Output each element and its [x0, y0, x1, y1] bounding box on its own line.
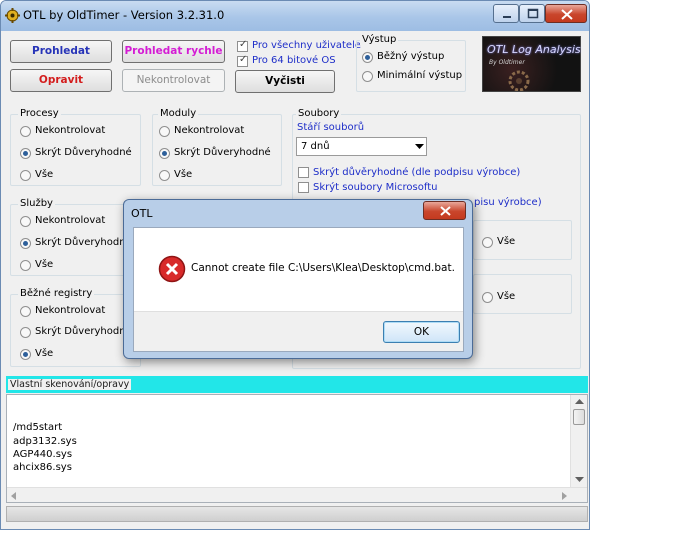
logo-subtitle: By Oldtimer	[489, 59, 525, 66]
modules-all-radio[interactable]	[159, 170, 170, 181]
minimal-output-radio[interactable]	[362, 71, 373, 82]
scroll-thumb[interactable]	[573, 409, 585, 425]
close-icon	[440, 206, 451, 216]
scroll-down-arrow-icon[interactable]	[575, 477, 584, 483]
services-all-label: Vše	[35, 259, 54, 270]
error-dialog: OTL Cannot create file C:\Users\Klea\Des…	[123, 199, 473, 359]
dialog-footer: OK	[134, 311, 463, 351]
vertical-scrollbar[interactable]	[570, 395, 587, 487]
bottom-progress-bar	[6, 506, 588, 522]
modules-hide-trusted-label: Skrýt Důveryhodné	[174, 147, 271, 158]
dialog-close-button[interactable]	[423, 201, 466, 220]
files-group-title: Soubory	[296, 108, 342, 119]
hide-microsoft-files-label: Skrýt soubory Microsoftu	[313, 182, 438, 193]
registry-all-label: Vše	[35, 348, 54, 359]
processes-all-label: Vše	[35, 169, 54, 180]
registry-hide-trusted-radio[interactable]	[20, 327, 31, 338]
error-icon	[158, 255, 186, 283]
services-hide-trusted-label: Skrýt Důveryhodné	[35, 237, 132, 248]
minimize-icon	[503, 16, 511, 18]
dialog-content: Cannot create file C:\Users\Klea\Desktop…	[133, 227, 464, 352]
minimize-button[interactable]	[493, 4, 519, 23]
all-users-checkbox[interactable]	[237, 39, 248, 52]
otl-logo: OTL Log Analysis By Oldtimer	[482, 36, 581, 92]
no-check-button[interactable]: Nekontrolovat	[122, 69, 225, 92]
processes-hide-trusted-label: Skrýt Důveryhodné	[35, 147, 132, 158]
processes-hide-trusted-radio[interactable]	[20, 148, 31, 159]
custom-scan-header: Vlastní skenování/opravy	[6, 376, 588, 393]
modules-group-title: Moduly	[158, 108, 199, 119]
title-bar[interactable]: OTL by OldTimer - Version 3.2.31.0	[1, 1, 589, 31]
registry-hide-trusted-label: Skrýt Důveryhodné	[35, 326, 132, 337]
ok-button[interactable]: OK	[383, 321, 460, 343]
scroll-left-arrow-icon[interactable]	[11, 492, 17, 500]
hide-microsoft-files-checkbox[interactable]	[298, 182, 309, 193]
registry-all-radio[interactable]	[20, 349, 31, 360]
horizontal-scrollbar[interactable]	[7, 487, 587, 502]
log-line: ahcix86.sys	[13, 462, 72, 473]
minimal-output-label: Minimální výstup	[377, 70, 463, 81]
custom-scan-textarea[interactable]: /md5start adp3132.sys AGP440.sys ahcix86…	[6, 394, 588, 503]
right-group-2-all-radio[interactable]	[482, 292, 493, 303]
maximize-button[interactable]	[519, 4, 545, 23]
modules-no-check-label: Nekontrolovat	[174, 125, 245, 136]
hide-trusted-files-checkbox[interactable]	[298, 167, 309, 178]
services-no-check-radio[interactable]	[20, 216, 31, 227]
log-line: /md5start	[13, 422, 63, 433]
modules-hide-trusted-radio[interactable]	[159, 148, 170, 159]
registry-no-check-label: Nekontrolovat	[35, 305, 106, 316]
otl-app-icon	[5, 8, 20, 23]
quick-scan-button[interactable]: Prohledat rychle	[122, 40, 225, 63]
close-icon	[561, 9, 573, 20]
partial-signature-label: pisu výrobce)	[474, 197, 542, 208]
logo-title: OTL Log Analysis	[487, 43, 581, 56]
all-users-label: Pro všechny uživatele	[252, 40, 362, 51]
dialog-title: OTL	[131, 207, 153, 220]
right-group-2-all-label: Vše	[497, 291, 516, 302]
services-no-check-label: Nekontrolovat	[35, 215, 106, 226]
hide-trusted-files-label: Skrýt důvěryhodné (dle podpisu výrobce)	[313, 167, 521, 178]
custom-scan-title: Vlastní skenování/opravy	[8, 379, 132, 390]
output-group	[356, 40, 466, 92]
log-line: adp3132.sys	[13, 436, 77, 447]
chevron-down-icon	[415, 144, 424, 149]
processes-no-check-label: Nekontrolovat	[35, 125, 106, 136]
window-title: OTL by OldTimer - Version 3.2.31.0	[23, 8, 225, 22]
scroll-right-arrow-icon[interactable]	[562, 492, 568, 500]
scan-button[interactable]: Prohledat	[10, 40, 112, 63]
standard-output-label: Běžný výstup	[377, 51, 445, 62]
x64-label: Pro 64 bitové OS	[252, 55, 336, 66]
scroll-up-arrow-icon[interactable]	[575, 399, 584, 405]
processes-all-radio[interactable]	[20, 170, 31, 181]
error-message: Cannot create file C:\Users\Klea\Desktop…	[191, 262, 455, 274]
services-group-title: Služby	[18, 198, 55, 209]
clean-button[interactable]: Vyčisti	[235, 70, 335, 93]
modules-all-label: Vše	[174, 169, 193, 180]
fix-button[interactable]: Opravit	[10, 69, 112, 92]
services-hide-trusted-radio[interactable]	[20, 238, 31, 249]
registry-no-check-radio[interactable]	[20, 306, 31, 317]
processes-no-check-radio[interactable]	[20, 126, 31, 137]
maximize-icon	[527, 8, 539, 19]
processes-group-title: Procesy	[18, 108, 61, 119]
x64-checkbox[interactable]	[237, 54, 248, 67]
right-group-1-all-label: Vše	[497, 236, 516, 247]
modules-no-check-radio[interactable]	[159, 126, 170, 137]
close-button[interactable]	[545, 4, 587, 23]
file-age-select[interactable]: 7 dnů	[296, 137, 427, 156]
right-group-1-all-radio[interactable]	[482, 237, 493, 248]
output-group-title: Výstup	[360, 34, 399, 45]
standard-output-radio[interactable]	[362, 52, 373, 63]
file-age-label: Stáří souborů	[297, 122, 365, 133]
file-age-value: 7 dnů	[301, 141, 330, 152]
log-line: AGP440.sys	[13, 449, 73, 460]
services-all-radio[interactable]	[20, 260, 31, 271]
gear-icon	[508, 70, 530, 91]
registry-group-title: Běžné registry	[18, 288, 95, 299]
